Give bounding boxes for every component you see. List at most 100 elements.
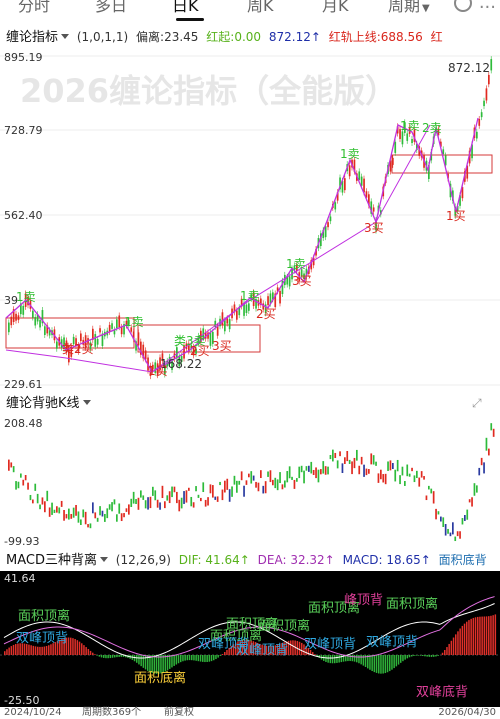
macd-bar	[301, 642, 303, 655]
chevron-down-icon[interactable]	[82, 400, 91, 405]
sub2-params: (12,26,9)	[115, 553, 171, 567]
macd-bar	[100, 655, 103, 658]
divergence-candle	[372, 455, 375, 465]
divergence-candle	[464, 515, 466, 521]
tab-weekly-k[interactable]: 周K	[247, 0, 274, 16]
divergence-annotation: 双峰顶背	[366, 635, 418, 650]
divergence-candle	[53, 509, 56, 514]
divergence-candle	[476, 485, 478, 493]
sub2-indicator-selector[interactable]: MACD三种背离	[0, 553, 97, 568]
candle	[96, 338, 99, 345]
macd-bar	[298, 641, 301, 655]
chevron-down-icon[interactable]	[61, 34, 70, 39]
divergence-candle	[250, 471, 253, 484]
macd-bar	[389, 655, 391, 672]
divergence-candle	[291, 476, 293, 480]
candle	[490, 59, 493, 71]
macd-bar	[336, 655, 338, 663]
divergence-candle	[147, 497, 149, 510]
divergence-candle	[327, 466, 329, 475]
macd-bar	[422, 655, 424, 656]
macd-bar	[446, 647, 448, 655]
divergence-kline-chart[interactable]: 208.48 -99.93	[0, 414, 500, 548]
macd-bar	[472, 617, 475, 655]
tab-period-dropdown[interactable]: 周期 ▼	[388, 0, 430, 16]
macd-bar	[162, 655, 164, 673]
candle	[358, 171, 361, 180]
buy2-annotation: 类2买	[62, 342, 94, 356]
macd-bar	[417, 655, 420, 656]
divergence-candle	[80, 519, 82, 525]
macd-bar	[395, 655, 398, 667]
adjust-mode: 前复权	[164, 707, 194, 718]
chevron-down-icon[interactable]	[99, 557, 108, 562]
divergence-candle	[137, 497, 140, 510]
macd-bar	[136, 655, 138, 663]
divergence-candle	[293, 479, 296, 489]
divergence-candle	[336, 460, 339, 469]
truncated-label: 红	[430, 30, 443, 44]
tab-daily-k[interactable]: 日K	[172, 0, 199, 16]
divergence-candle	[60, 500, 63, 507]
divergence-candle	[171, 486, 173, 498]
macd-bar	[210, 655, 213, 662]
macd-bar	[78, 641, 81, 655]
macd-bar	[474, 617, 477, 655]
macd-bar	[314, 654, 316, 655]
macd-bar	[34, 646, 37, 655]
divergence-candle	[344, 457, 346, 464]
macd-bar	[67, 637, 70, 655]
sub1-indicator-selector[interactable]: 缠论背驰K线	[0, 396, 80, 411]
divergence-candle	[243, 485, 245, 497]
divergence-candle	[176, 491, 178, 504]
macd-bar	[400, 655, 402, 663]
candle	[17, 315, 20, 321]
macd-bar	[408, 655, 411, 658]
macd-bar	[164, 655, 167, 672]
candle	[116, 319, 118, 329]
more-icon[interactable]: ...	[479, 0, 496, 13]
tab-multiday[interactable]: 多日	[95, 0, 127, 16]
divergence-candle	[485, 437, 488, 451]
main-indicator-selector[interactable]: 缠论指标	[0, 30, 58, 45]
macd-bar	[397, 655, 400, 665]
divergence-candle	[236, 480, 238, 493]
buy1-annotation: 1买	[148, 364, 168, 378]
macd-bar	[325, 655, 327, 662]
candle	[94, 334, 97, 347]
macd-bar	[391, 655, 393, 670]
buy3-annotation: 3买	[364, 221, 384, 235]
divergence-candle	[195, 486, 197, 492]
tab-monthly-k[interactable]: 月K	[322, 0, 349, 16]
sub2-indicator-bar: MACD三种背离 (12,26,9) DIF: 41.64↑ DEA: 32.3…	[0, 549, 500, 571]
divergence-candle	[490, 423, 493, 431]
divergence-candle	[411, 467, 413, 472]
divergence-candle	[202, 482, 205, 493]
settings-icon[interactable]	[454, 0, 472, 12]
divergence-annotation: 双峰底背	[416, 684, 468, 700]
divergence-candle	[87, 524, 89, 528]
divergence-candle	[339, 451, 341, 457]
macd-bar	[166, 655, 169, 671]
candle	[279, 290, 281, 304]
divergence-candle	[324, 466, 327, 475]
tab-intraday[interactable]: 分时	[18, 0, 50, 16]
divergence-candle	[39, 504, 41, 510]
divergence-candle	[353, 457, 356, 469]
divergence-candle	[209, 484, 212, 494]
divergence-candle	[245, 480, 248, 485]
main-kline-chart[interactable]: 2026缠论指标（全能版） 895.19 728.79 562.40 39 22…	[0, 48, 500, 392]
macd-chart[interactable]: 41.64 -25.50 面积顶离 双峰顶背 面积底离 面积顶离 面积顶离 面积…	[0, 571, 500, 707]
macd-bar	[419, 655, 422, 656]
divergence-candle	[392, 462, 394, 469]
y-tick: 895.19	[4, 51, 43, 64]
macd-bar	[85, 647, 87, 655]
macd-bar	[204, 655, 206, 663]
sell1-annotation: 1卖	[286, 257, 306, 271]
macd-bar	[290, 640, 292, 655]
sub1-indicator-bar: 缠论背驰K线	[0, 392, 500, 414]
macd-bar	[30, 645, 32, 655]
macd-bar	[171, 655, 173, 668]
expand-icon[interactable]: ⤢	[472, 396, 488, 410]
divergence-candle	[406, 464, 409, 477]
